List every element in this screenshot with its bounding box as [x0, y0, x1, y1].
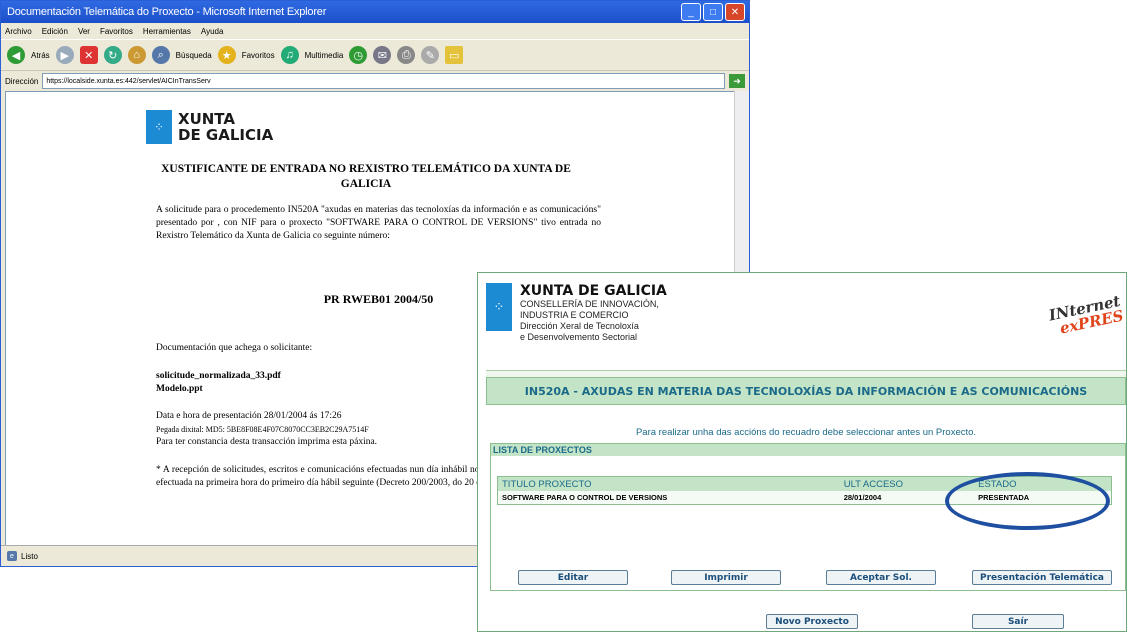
logo-line1: XUNTA: [178, 110, 235, 128]
internet-expres-logo: INternet exPRES: [1047, 292, 1125, 338]
page-icon: e: [7, 551, 17, 561]
xunta-logo: ⁘ XUNTA DE GALICIA: [146, 110, 273, 144]
home-icon[interactable]: ⌂: [127, 46, 146, 64]
exit-button[interactable]: Saír: [972, 614, 1064, 629]
refresh-icon[interactable]: ↻: [103, 46, 122, 64]
dept-line-3: Dirección Xeral de Tecnoloxía: [520, 321, 639, 331]
xunta-header-logo: ⁘ XUNTA DE GALICIA CONSELLERÍA DE INNOVA…: [486, 283, 667, 343]
ie-menubar: Archivo Edición Ver Favoritos Herramient…: [1, 23, 749, 39]
menu-ayuda[interactable]: Ayuda: [201, 27, 224, 36]
folder-icon[interactable]: ▭: [445, 46, 464, 64]
dept-line-4: e Desenvolvemento Sectorial: [520, 332, 638, 342]
document-paragraph: A solicitude para o procedemento IN520A …: [156, 205, 601, 241]
print-icon[interactable]: ⎙: [397, 46, 416, 64]
stop-icon[interactable]: ✕: [79, 46, 98, 64]
menu-ver[interactable]: Ver: [78, 27, 90, 36]
col-title: TITULO PROXECTO: [502, 478, 592, 490]
address-label: Dirección: [5, 76, 39, 86]
ie-window-title: Documentación Telemática do Proxecto - M…: [7, 6, 327, 18]
menu-edicion[interactable]: Edición: [42, 27, 68, 36]
address-bar: Dirección https://localside.xunta.es:442…: [1, 70, 749, 91]
selection-hint: Para realizar unha das accións do recuad…: [635, 427, 977, 438]
row-title: SOFTWARE PARA O CONTROL DE VERSIONS: [502, 493, 668, 502]
banner-divider: [486, 370, 1126, 377]
xunta-emblem-icon: ⁘: [146, 110, 172, 144]
dept-line-2: INDUSTRIA E COMERCIO: [520, 310, 629, 320]
menu-herramientas[interactable]: Herramientas: [143, 27, 191, 36]
edit-button[interactable]: Editar: [518, 570, 628, 585]
favorites-icon[interactable]: ★: [217, 46, 236, 64]
procedure-banner: IN520A - AXUDAS EN MATERIA DAS TECNOLOXÍ…: [486, 377, 1126, 405]
new-project-button[interactable]: Novo Proxecto: [766, 614, 858, 629]
go-icon[interactable]: ➜: [729, 74, 745, 88]
back-button-label[interactable]: Atrás: [31, 51, 50, 60]
status-highlight-ellipse: [945, 472, 1110, 530]
favorites-button-label[interactable]: Favoritos: [242, 51, 275, 60]
accept-button[interactable]: Aceptar Sol.: [826, 570, 936, 585]
ie-toolbar: ◀ Atrás ▶ ✕ ↻ ⌂ ⌕ Búsqueda ★ Favoritos ♫…: [1, 39, 749, 70]
col-last-access: ULT ACCESO: [843, 478, 904, 490]
minimize-icon[interactable]: _: [681, 3, 701, 21]
maximize-icon[interactable]: □: [703, 3, 723, 21]
multimedia-icon[interactable]: ♫: [280, 46, 299, 64]
address-field[interactable]: https://localside.xunta.es:442/servlet/A…: [42, 73, 725, 89]
edit-icon[interactable]: ✎: [421, 46, 440, 64]
print-button[interactable]: Imprimir: [671, 570, 781, 585]
logo-line2: DE GALICIA: [178, 126, 274, 144]
search-button-label[interactable]: Búsqueda: [176, 51, 212, 60]
close-icon[interactable]: ✕: [725, 3, 745, 21]
menu-archivo[interactable]: Archivo: [5, 27, 32, 36]
status-text: Listo: [21, 551, 38, 561]
multimedia-button-label[interactable]: Multimedia: [305, 51, 344, 60]
search-icon[interactable]: ⌕: [151, 46, 170, 64]
project-list-header: LISTA DE PROXECTOS: [491, 444, 1125, 456]
row-last-access: 28/01/2004: [843, 493, 882, 502]
address-url: https://localside.xunta.es:442/servlet/A…: [46, 77, 211, 85]
project-app-window: ⁘ XUNTA DE GALICIA CONSELLERÍA DE INNOVA…: [477, 272, 1127, 632]
back-icon[interactable]: ◀: [7, 46, 25, 64]
forward-icon[interactable]: ▶: [55, 46, 74, 64]
mail-icon[interactable]: ✉: [373, 46, 392, 64]
telematic-submit-button[interactable]: Presentación Telemática: [972, 570, 1112, 585]
dept-line-1: CONSELLERÍA DE INNOVACIÓN,: [520, 299, 659, 309]
xunta-emblem-icon: ⁘: [486, 283, 512, 331]
ie-titlebar: Documentación Telemática do Proxecto - M…: [1, 1, 749, 23]
document-title: XUSTIFICANTE DE ENTRADA NO REXISTRO TELE…: [161, 163, 571, 190]
history-icon[interactable]: ◷: [349, 46, 368, 64]
logo-name: XUNTA DE GALICIA: [520, 283, 667, 299]
menu-favoritos[interactable]: Favoritos: [100, 27, 133, 36]
